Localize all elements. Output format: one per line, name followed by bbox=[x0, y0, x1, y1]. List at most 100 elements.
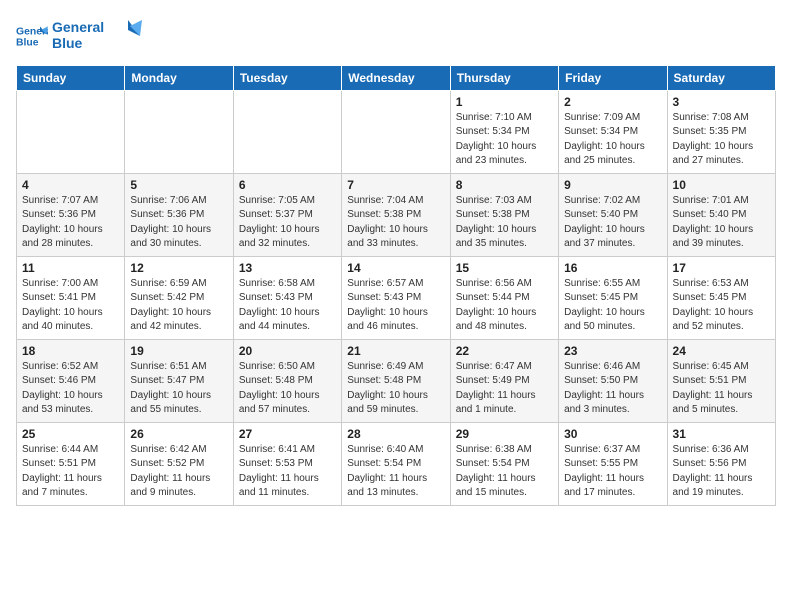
day-number: 11 bbox=[22, 261, 119, 275]
calendar-cell: 11 Sunrise: 7:00 AM Sunset: 5:41 PM Dayli… bbox=[17, 256, 125, 339]
day-info: Sunrise: 6:36 AM Sunset: 5:56 PM Dayligh… bbox=[673, 443, 770, 501]
calendar-cell bbox=[17, 90, 125, 173]
day-number: 7 bbox=[347, 178, 444, 192]
day-number: 27 bbox=[239, 427, 336, 441]
calendar-table: SundayMondayTuesdayWednesdayThursdayFrid… bbox=[16, 65, 776, 506]
weekday-tuesday: Tuesday bbox=[233, 65, 341, 90]
day-number: 5 bbox=[130, 178, 227, 192]
calendar-cell: 9Sunrise: 7:02 AM Sunset: 5:40 PM Daylig… bbox=[559, 173, 667, 256]
logo: General Blue General Blue bbox=[16, 16, 142, 57]
day-number: 14 bbox=[347, 261, 444, 275]
day-info: Sunrise: 6:59 AM Sunset: 5:42 PM Dayligh… bbox=[130, 277, 227, 335]
day-number: 18 bbox=[22, 344, 119, 358]
day-number: 4 bbox=[22, 178, 119, 192]
day-info: Sunrise: 6:55 AM Sunset: 5:45 PM Dayligh… bbox=[564, 277, 661, 335]
day-number: 15 bbox=[456, 261, 553, 275]
calendar-body: 1Sunrise: 7:10 AM Sunset: 5:34 PM Daylig… bbox=[17, 90, 776, 505]
calendar-cell: 6Sunrise: 7:05 AM Sunset: 5:37 PM Daylig… bbox=[233, 173, 341, 256]
day-number: 8 bbox=[456, 178, 553, 192]
calendar-cell: 14 Sunrise: 6:57 AM Sunset: 5:43 PM Dayli… bbox=[342, 256, 450, 339]
day-info: Sunrise: 7:05 AM Sunset: 5:37 PM Dayligh… bbox=[239, 194, 336, 252]
calendar-cell: 12 Sunrise: 6:59 AM Sunset: 5:42 PM Dayli… bbox=[125, 256, 233, 339]
svg-text:General: General bbox=[52, 19, 104, 35]
day-info: Sunrise: 7:07 AM Sunset: 5:36 PM Dayligh… bbox=[22, 194, 119, 252]
day-number: 22 bbox=[456, 344, 553, 358]
day-number: 19 bbox=[130, 344, 227, 358]
day-info: Sunrise: 7:02 AM Sunset: 5:40 PM Dayligh… bbox=[564, 194, 661, 252]
day-info: Sunrise: 7:00 AM Sunset: 5:41 PM Dayligh… bbox=[22, 277, 119, 335]
day-info: Sunrise: 7:06 AM Sunset: 5:36 PM Dayligh… bbox=[130, 194, 227, 252]
calendar-cell: 29Sunrise: 6:38 AM Sunset: 5:54 PM Dayli… bbox=[450, 422, 558, 505]
day-info: Sunrise: 6:37 AM Sunset: 5:55 PM Dayligh… bbox=[564, 443, 661, 501]
calendar-cell: 26Sunrise: 6:42 AM Sunset: 5:52 PM Dayli… bbox=[125, 422, 233, 505]
day-info: Sunrise: 6:58 AM Sunset: 5:43 PM Dayligh… bbox=[239, 277, 336, 335]
weekday-thursday: Thursday bbox=[450, 65, 558, 90]
calendar-cell bbox=[125, 90, 233, 173]
page-header: General Blue General Blue bbox=[16, 16, 776, 57]
day-info: Sunrise: 7:10 AM Sunset: 5:34 PM Dayligh… bbox=[456, 111, 553, 169]
day-info: Sunrise: 6:46 AM Sunset: 5:50 PM Dayligh… bbox=[564, 360, 661, 418]
calendar-cell: 3 Sunrise: 7:08 AM Sunset: 5:35 PM Daylig… bbox=[667, 90, 775, 173]
day-number: 13 bbox=[239, 261, 336, 275]
calendar-cell: 13 Sunrise: 6:58 AM Sunset: 5:43 PM Dayli… bbox=[233, 256, 341, 339]
day-number: 17 bbox=[673, 261, 770, 275]
svg-text:Blue: Blue bbox=[16, 38, 39, 49]
calendar-week-1: 1Sunrise: 7:10 AM Sunset: 5:34 PM Daylig… bbox=[17, 90, 776, 173]
day-number: 28 bbox=[347, 427, 444, 441]
logo-icon: General Blue bbox=[16, 20, 48, 52]
day-info: Sunrise: 6:53 AM Sunset: 5:45 PM Dayligh… bbox=[673, 277, 770, 335]
calendar-cell bbox=[233, 90, 341, 173]
day-number: 25 bbox=[22, 427, 119, 441]
day-info: Sunrise: 6:51 AM Sunset: 5:47 PM Dayligh… bbox=[130, 360, 227, 418]
calendar-cell: 17 Sunrise: 6:53 AM Sunset: 5:45 PM Dayli… bbox=[667, 256, 775, 339]
day-number: 21 bbox=[347, 344, 444, 358]
day-number: 12 bbox=[130, 261, 227, 275]
calendar-cell: 25Sunrise: 6:44 AM Sunset: 5:51 PM Dayli… bbox=[17, 422, 125, 505]
weekday-wednesday: Wednesday bbox=[342, 65, 450, 90]
calendar-cell: 4 Sunrise: 7:07 AM Sunset: 5:36 PM Daylig… bbox=[17, 173, 125, 256]
day-number: 3 bbox=[673, 95, 770, 109]
day-info: Sunrise: 6:41 AM Sunset: 5:53 PM Dayligh… bbox=[239, 443, 336, 501]
calendar-cell: 30 Sunrise: 6:37 AM Sunset: 5:55 PM Dayli… bbox=[559, 422, 667, 505]
day-info: Sunrise: 7:09 AM Sunset: 5:34 PM Dayligh… bbox=[564, 111, 661, 169]
day-info: Sunrise: 6:49 AM Sunset: 5:48 PM Dayligh… bbox=[347, 360, 444, 418]
calendar-cell: 10Sunrise: 7:01 AM Sunset: 5:40 PM Dayli… bbox=[667, 173, 775, 256]
weekday-saturday: Saturday bbox=[667, 65, 775, 90]
day-info: Sunrise: 6:47 AM Sunset: 5:49 PM Dayligh… bbox=[456, 360, 553, 418]
day-info: Sunrise: 6:42 AM Sunset: 5:52 PM Dayligh… bbox=[130, 443, 227, 501]
day-info: Sunrise: 6:50 AM Sunset: 5:48 PM Dayligh… bbox=[239, 360, 336, 418]
day-info: Sunrise: 6:40 AM Sunset: 5:54 PM Dayligh… bbox=[347, 443, 444, 501]
day-info: Sunrise: 6:38 AM Sunset: 5:54 PM Dayligh… bbox=[456, 443, 553, 501]
calendar-cell: 28 Sunrise: 6:40 AM Sunset: 5:54 PM Dayli… bbox=[342, 422, 450, 505]
calendar-cell: 18 Sunrise: 6:52 AM Sunset: 5:46 PM Dayli… bbox=[17, 339, 125, 422]
calendar-cell: 16Sunrise: 6:55 AM Sunset: 5:45 PM Dayli… bbox=[559, 256, 667, 339]
day-info: Sunrise: 7:08 AM Sunset: 5:35 PM Dayligh… bbox=[673, 111, 770, 169]
calendar-cell: 7 Sunrise: 7:04 AM Sunset: 5:38 PM Daylig… bbox=[342, 173, 450, 256]
calendar-week-4: 18 Sunrise: 6:52 AM Sunset: 5:46 PM Dayli… bbox=[17, 339, 776, 422]
calendar-cell: 2Sunrise: 7:09 AM Sunset: 5:34 PM Daylig… bbox=[559, 90, 667, 173]
day-number: 24 bbox=[673, 344, 770, 358]
day-info: Sunrise: 6:45 AM Sunset: 5:51 PM Dayligh… bbox=[673, 360, 770, 418]
calendar-week-2: 4 Sunrise: 7:07 AM Sunset: 5:36 PM Daylig… bbox=[17, 173, 776, 256]
day-number: 23 bbox=[564, 344, 661, 358]
calendar-cell: 8Sunrise: 7:03 AM Sunset: 5:38 PM Daylig… bbox=[450, 173, 558, 256]
day-info: Sunrise: 6:52 AM Sunset: 5:46 PM Dayligh… bbox=[22, 360, 119, 418]
day-info: Sunrise: 6:56 AM Sunset: 5:44 PM Dayligh… bbox=[456, 277, 553, 335]
logo-text: General Blue bbox=[52, 16, 142, 57]
day-number: 31 bbox=[673, 427, 770, 441]
weekday-monday: Monday bbox=[125, 65, 233, 90]
svg-text:Blue: Blue bbox=[52, 35, 83, 51]
calendar-cell bbox=[342, 90, 450, 173]
day-info: Sunrise: 6:57 AM Sunset: 5:43 PM Dayligh… bbox=[347, 277, 444, 335]
calendar-cell: 22 Sunrise: 6:47 AM Sunset: 5:49 PM Dayli… bbox=[450, 339, 558, 422]
calendar-cell: 1Sunrise: 7:10 AM Sunset: 5:34 PM Daylig… bbox=[450, 90, 558, 173]
weekday-friday: Friday bbox=[559, 65, 667, 90]
day-number: 10 bbox=[673, 178, 770, 192]
day-number: 20 bbox=[239, 344, 336, 358]
calendar-cell: 23 Sunrise: 6:46 AM Sunset: 5:50 PM Dayli… bbox=[559, 339, 667, 422]
day-info: Sunrise: 7:04 AM Sunset: 5:38 PM Dayligh… bbox=[347, 194, 444, 252]
weekday-header-row: SundayMondayTuesdayWednesdayThursdayFrid… bbox=[17, 65, 776, 90]
weekday-sunday: Sunday bbox=[17, 65, 125, 90]
calendar-cell: 27 Sunrise: 6:41 AM Sunset: 5:53 PM Dayli… bbox=[233, 422, 341, 505]
day-number: 30 bbox=[564, 427, 661, 441]
